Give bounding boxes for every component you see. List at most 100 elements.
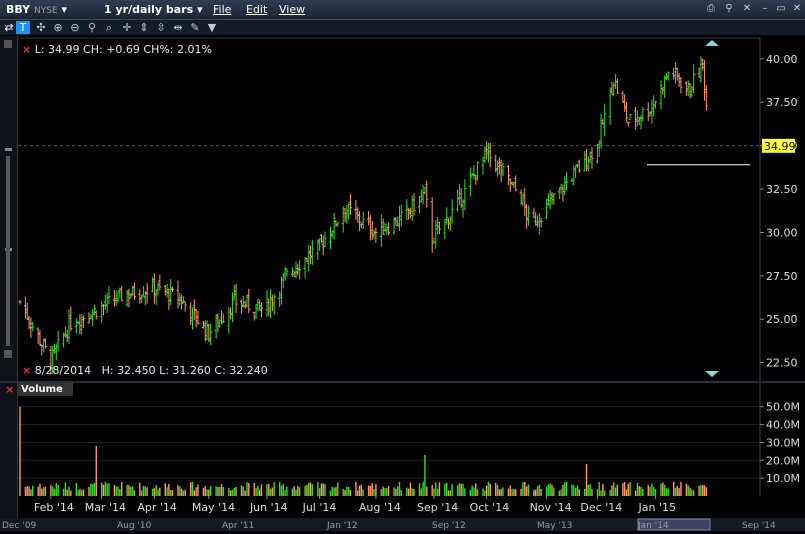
ohlc-bar xyxy=(615,78,619,94)
ohlc-bar xyxy=(54,343,58,360)
ohlc-bar xyxy=(329,226,332,249)
ohlc-bar xyxy=(437,221,441,235)
ohlc-bar xyxy=(677,73,681,87)
panel-splitter xyxy=(0,381,805,383)
ohlc-bar xyxy=(398,205,401,232)
ohlc-bar xyxy=(332,212,336,240)
ohlc-bar xyxy=(234,283,238,314)
ohlc-bar xyxy=(56,330,60,351)
ohlc-bar xyxy=(356,207,360,224)
ohlc-bar xyxy=(372,229,376,240)
ohlc-bar xyxy=(659,80,663,109)
axes: 40.0037.5035.0032.5030.0027.5025.0022.50… xyxy=(0,40,805,531)
ohlc-bar xyxy=(272,293,276,315)
ohlc-bar xyxy=(283,266,287,281)
ohlc-bar xyxy=(94,310,98,320)
volume-bars xyxy=(19,406,708,496)
ohlc-bar xyxy=(270,294,274,312)
time-tick-label: Jul '14 xyxy=(302,501,337,514)
ohlc-bar xyxy=(684,81,688,97)
ohlc-bar xyxy=(183,301,187,312)
close-icon[interactable]: × xyxy=(22,364,31,377)
navigator-label: Jan '14 xyxy=(637,521,669,531)
ohlc-bar xyxy=(103,294,107,310)
ohlc-bar xyxy=(361,211,365,230)
ohlc-bar xyxy=(654,101,658,109)
time-tick-label: Nov '14 xyxy=(530,501,572,514)
volume-close[interactable]: × xyxy=(5,383,14,396)
time-tick-label: Jun '14 xyxy=(249,501,288,514)
volume-grid xyxy=(18,406,760,479)
ohlc-bar xyxy=(539,217,543,228)
navigator-label: Dec '09 xyxy=(2,521,36,531)
ohlc-bar xyxy=(18,300,22,305)
volume-tick-label: 50.0M xyxy=(766,401,800,414)
ohlc-bar xyxy=(279,276,283,305)
ohlc-bar xyxy=(561,185,565,202)
time-tick-label: Mar '14 xyxy=(85,501,126,514)
ohlc-bar xyxy=(138,289,142,304)
ohlc-bar xyxy=(165,283,169,298)
ohlc-bar xyxy=(661,87,665,95)
ohlc-bar xyxy=(260,302,263,318)
ohlc-bar xyxy=(430,197,434,253)
last-price-label: 34.99 xyxy=(764,140,796,153)
navigator-label: Sep '14 xyxy=(742,521,776,531)
price-chart[interactable]: 40.0037.5035.0032.5030.0027.5025.0022.50… xyxy=(0,0,805,531)
ohlc-bar xyxy=(519,189,523,205)
hover-text: 8/28/2014 H: 32.450 L: 31.260 C: 32.240 xyxy=(34,364,268,377)
ohlc-bar xyxy=(132,282,136,300)
ohlc-bar xyxy=(432,237,436,244)
ohlc-bar xyxy=(532,207,536,219)
ohlc-bar xyxy=(472,165,476,180)
ohlc-bar xyxy=(526,205,530,226)
ohlc-bar xyxy=(652,95,656,117)
close-icon[interactable]: × xyxy=(22,43,31,56)
time-tick-label: Feb '14 xyxy=(34,501,74,514)
ohlc-bar xyxy=(672,67,676,80)
ohlc-bar xyxy=(310,239,314,265)
ohlc-bar xyxy=(207,324,211,343)
ohlc-bar xyxy=(421,184,425,205)
ohlc-bar xyxy=(281,273,285,289)
ohlc-bars xyxy=(18,56,750,375)
time-tick-label: Oct '14 xyxy=(470,501,510,514)
ohlc-bar xyxy=(385,224,389,235)
ohlc-bar xyxy=(296,263,300,276)
hover-readout: × 8/28/2014 H: 32.450 L: 31.260 C: 32.24… xyxy=(22,364,268,377)
ohlc-bar xyxy=(624,101,628,122)
ohlc-bar xyxy=(506,165,510,185)
ohlc-bar xyxy=(612,82,616,97)
ohlc-bar xyxy=(343,208,347,223)
ohlc-bar xyxy=(450,199,454,224)
ohlc-bar xyxy=(417,196,421,214)
ohlc-bar xyxy=(359,222,363,229)
price-tick-label: 37.50 xyxy=(766,96,798,109)
navigator-label: Jan '12 xyxy=(326,521,358,531)
ohlc-bar xyxy=(67,309,71,344)
ohlc-bar xyxy=(105,292,109,313)
ohlc-bar xyxy=(254,303,258,319)
ohlc-bar xyxy=(485,141,489,160)
close-icon[interactable]: × xyxy=(5,383,14,396)
ohlc-bar xyxy=(412,193,416,216)
ohlc-bar xyxy=(623,94,627,112)
ohlc-bar xyxy=(399,204,403,227)
ohlc-bar xyxy=(494,154,498,173)
price-grid xyxy=(0,37,805,496)
ohlc-bar xyxy=(323,231,327,248)
ohlc-bar xyxy=(229,307,233,320)
ohlc-bar xyxy=(23,296,27,319)
ohlc-bar xyxy=(290,267,294,278)
ohlc-bar xyxy=(626,121,630,127)
time-tick-label: Aug '14 xyxy=(359,501,401,514)
ohlc-bar xyxy=(423,186,427,195)
ohlc-bar xyxy=(514,175,518,192)
ohlc-bar xyxy=(641,106,645,122)
ohlc-bar xyxy=(194,308,198,328)
ohlc-bar xyxy=(577,159,581,174)
ohlc-bar xyxy=(294,261,298,279)
navigator-label: Apr '11 xyxy=(222,521,254,531)
volume-tick-label: 20.0M xyxy=(766,454,800,467)
ohlc-bar xyxy=(692,64,696,94)
